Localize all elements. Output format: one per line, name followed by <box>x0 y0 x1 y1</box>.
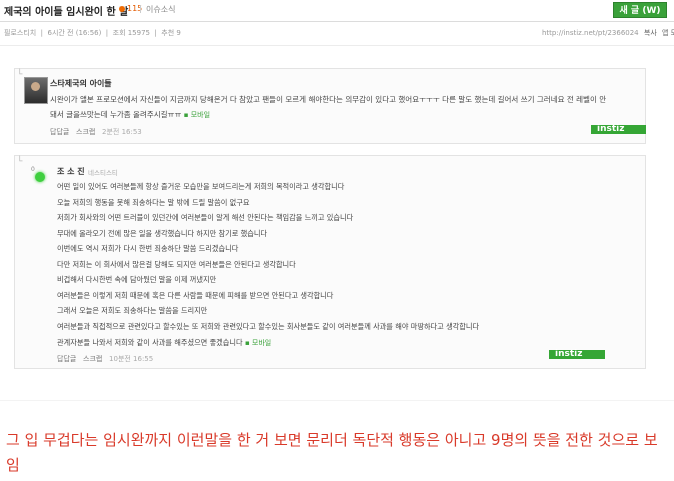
comment-line: 저희가 회사와의 어떤 트러블이 있던간에 여러분들이 알게 해선 안된다는 책… <box>57 213 354 222</box>
url-text[interactable]: http://instiz.net/pt/2366024 <box>542 29 639 37</box>
comment-line: 관계자분들 나와서 저희와 같이 사과를 해주셨으면 좋겠습니다 <box>57 338 243 347</box>
comment-text: 돼서 글을쓰맛는데 누가좀 올려주시길ㅠㅠ <box>50 110 182 119</box>
comment-actions: 답답글 스크랩 2분전 16:53 <box>50 127 142 137</box>
divider <box>140 5 141 13</box>
scrap-button[interactable]: 스크랩 <box>83 355 102 363</box>
divider <box>0 45 674 46</box>
comment-text-line2: 돼서 글을쓰맛는데 누가좀 올려주시길ㅠㅠ ▪ 모바일 <box>50 109 210 120</box>
reply-corner-icon: └ <box>17 157 23 167</box>
mobile-label: 모바일 <box>190 111 211 119</box>
post-meta: 필로스티치 | 6시간 전 (16:56) | 조회 15975 | 추천 9 <box>4 29 181 37</box>
post-title: 제국의 아이들 임시완이 한 말 <box>4 7 129 18</box>
fire-icon <box>119 5 125 12</box>
post-url: http://instiz.net/pt/2366024 복사 앱 모음 <box>542 28 674 38</box>
comment-actions: 답답글 스크랩 10분전 16:55 <box>57 354 153 364</box>
commenter-subtitle: 네스티스티 <box>88 169 118 177</box>
mobile-badge: ▪ 모바일 <box>183 111 211 119</box>
comment-line: 다만 저희는 이 회사에서 많은걸 당해도 되지만 여러분들은 안된다고 생각합… <box>57 260 296 269</box>
level-indicator: 0 <box>31 166 35 173</box>
copy-button[interactable]: 복사 <box>644 29 657 37</box>
comment-line-last: 관계자분들 나와서 저희와 같이 사과를 해주셨으면 좋겠습니다 ▪ 모바일 <box>57 338 271 348</box>
divider <box>0 400 674 401</box>
like-count: 추천 9 <box>161 29 181 37</box>
comment-line: 여러분들은 이렇게 저희 때문에 혹은 다른 사람들 때문에 피해를 받으면 안… <box>57 291 334 300</box>
reply-button[interactable]: 답답글 <box>57 355 76 363</box>
comment-time: 2분전 16:53 <box>102 128 142 136</box>
divider <box>0 21 674 22</box>
comment-line: 무대에 올라오기 전에 많은 일을 생각했습니다 하지만 참기로 했습니다 <box>57 229 268 238</box>
reply-corner-icon: └ <box>17 70 23 80</box>
comment-line: 이번에도 역시 저희가 다시 한번 죄송하단 말씀 드리겠습니다 <box>57 244 239 253</box>
new-post-button[interactable]: 새 글 (W) <box>613 2 667 18</box>
author-name[interactable]: 필로스티치 <box>4 29 36 37</box>
commenter-name[interactable]: 스타제국의 아이들 <box>50 78 112 89</box>
instiz-watermark: instiz <box>591 125 646 134</box>
mobile-label: 모바일 <box>251 339 272 347</box>
online-status-icon <box>35 172 45 182</box>
avatar[interactable] <box>24 77 48 104</box>
post-time: 6시간 전 (16:56) <box>47 29 102 37</box>
view-count: 조회 15975 <box>112 29 150 37</box>
reply-button[interactable]: 답답글 <box>50 128 69 136</box>
comment-line: 비겁해서 다시한번 속에 담아뒀던 말을 이제 꺼냈지만 <box>57 275 217 284</box>
comment-text: 시완이가 앨본 프로모션에서 자신들이 지금까지 당해온거 다 참았고 팬들이 … <box>50 95 607 104</box>
comment-line: 어떤 일이 있어도 여러분들께 항상 즐거운 모습만을 보여드리는게 저희의 목… <box>57 182 345 191</box>
hot-count: 115 <box>119 4 142 13</box>
comment-time: 10분전 16:55 <box>109 355 154 363</box>
commenter-name[interactable]: 조 소 진 <box>57 166 85 177</box>
scrap-button[interactable]: 스크랩 <box>76 128 95 136</box>
comment-line: 오늘 저희의 행동을 못해 죄송하다는 말 밖에 드릴 말씀이 없구요 <box>57 198 250 207</box>
comment-line: 그래서 오늘은 저희도 죄송하다는 말씀을 드리지만 <box>57 306 208 315</box>
comment-line: 여러분들과 직접적으로 관련있다고 할수있는 또 저희와 관련있다고 할수있는 … <box>57 322 480 331</box>
mobile-badge: ▪ 모바일 <box>244 339 272 347</box>
category-link[interactable]: 이슈소식 <box>146 4 175 15</box>
instiz-watermark: instiz <box>549 350 605 359</box>
short-link[interactable]: 앱 모음 <box>662 29 674 37</box>
caption-text: 그 입 무겁다는 임시완까지 이런말을 한 거 보면 문리더 독단적 행동은 아… <box>6 431 658 474</box>
